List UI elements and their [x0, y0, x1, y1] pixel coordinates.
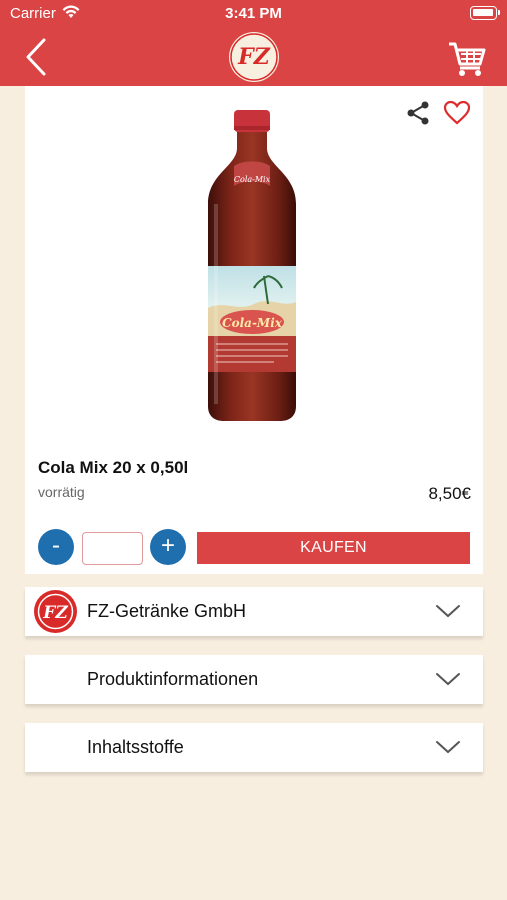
quantity-increase-button[interactable]: + [150, 529, 186, 565]
brand-logo[interactable]: FZ [229, 32, 279, 82]
svg-text:FZ: FZ [237, 44, 271, 70]
accordion-label: FZ-Getränke GmbH [87, 601, 247, 621]
accordion-manufacturer[interactable]: FZ FZ-Getränke GmbH [25, 587, 483, 636]
chevron-down-icon [436, 673, 460, 686]
stock-status: vorrätig [38, 484, 85, 500]
quantity-decrease-button[interactable]: - [38, 529, 74, 565]
chevron-down-icon [436, 605, 460, 618]
chevron-down-icon [436, 741, 460, 754]
product-image: Cola-Mix Cola-Mix [208, 110, 296, 421]
battery-icon [470, 6, 500, 20]
product-name: Cola Mix 20 x 0,50l [38, 458, 189, 477]
accordion-label: Produktinformationen [87, 669, 259, 689]
accordion-label: Inhaltsstoffe [87, 737, 184, 757]
fz-logo-icon: FZ [34, 590, 77, 633]
product-price: 8,50€ [428, 484, 471, 503]
fz-logo-icon: FZ [230, 33, 278, 81]
favorite-heart-icon[interactable] [443, 100, 471, 126]
app-header: Carrier 3:41 PM FZ [0, 0, 507, 86]
svg-text:FZ: FZ [42, 603, 68, 623]
product-card: Cola-Mix Cola-Mix Cola Mix 20 x 0,50l vo… [25, 86, 483, 574]
shopping-cart-button[interactable] [447, 40, 487, 78]
status-time: 3:41 PM [225, 5, 282, 22]
status-bar: Carrier 3:41 PM [0, 0, 507, 28]
share-icon[interactable] [405, 100, 431, 126]
accordion-product-info[interactable]: Produktinformationen [25, 655, 483, 704]
svg-text:Cola-Mix: Cola-Mix [234, 175, 271, 184]
back-button[interactable] [22, 36, 54, 78]
accordion-ingredients[interactable]: Inhaltsstoffe [25, 723, 483, 772]
svg-text:Cola-Mix: Cola-Mix [222, 316, 283, 330]
buy-button[interactable]: KAUFEN [197, 532, 470, 564]
quantity-input[interactable] [82, 532, 143, 565]
